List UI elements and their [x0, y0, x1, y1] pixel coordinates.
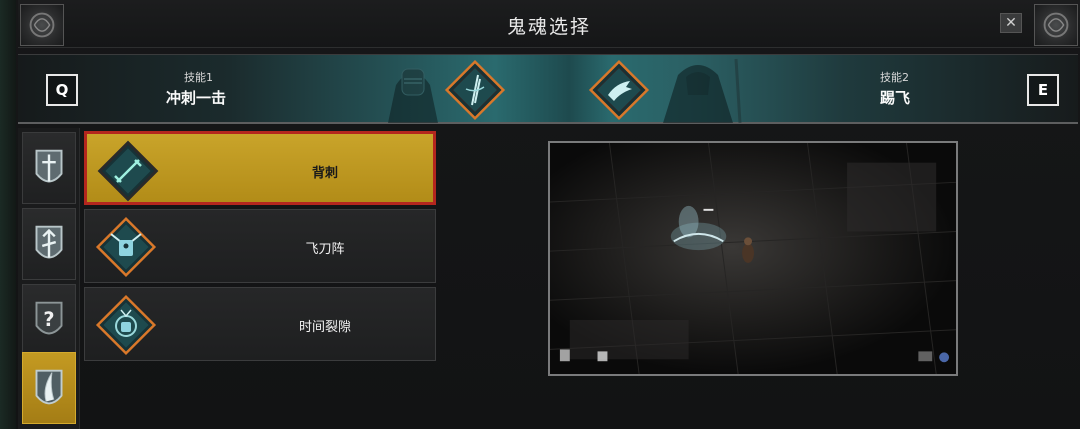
kick-icon[interactable] [586, 57, 652, 123]
blade-crest-icon[interactable] [22, 352, 76, 424]
window-title: 鬼魂选择 [506, 16, 591, 38]
unknown-crest-icon[interactable]: ? [22, 284, 76, 356]
ability-backstab[interactable]: 背刺 [84, 131, 436, 205]
preview-scene [550, 143, 956, 374]
knight-crest-icon[interactable] [22, 132, 76, 204]
ability-preview-video [548, 141, 958, 376]
title-bar: 鬼魂选择 ✕ [18, 0, 1080, 48]
window-edge [0, 0, 16, 429]
ghost-select-window: 鬼魂选择 ✕ Q 技能1 冲刺一击 技能2 踢飞 E ? 背刺 飞刀阵 时间裂隙 [0, 0, 1080, 429]
ability-label: 背刺 [311, 166, 338, 181]
skill1-label: 技能1 [184, 71, 213, 84]
arrow-crest-icon[interactable] [22, 208, 76, 280]
question-glyph: ? [43, 308, 54, 331]
ability-time-rift[interactable]: 时间裂隙 [84, 287, 436, 361]
close-button[interactable]: ✕ [1000, 13, 1022, 33]
skill2-key-badge: E [1027, 74, 1059, 106]
skill-banner: Q 技能1 冲刺一击 技能2 踢飞 E [18, 54, 1078, 124]
backstab-icon [97, 140, 159, 202]
ornament-icon [1034, 4, 1078, 46]
skill1-key-badge: Q [46, 74, 78, 106]
ability-label: 飞刀阵 [305, 242, 345, 257]
hooded-portrait [663, 58, 742, 123]
dash-strike-icon[interactable] [442, 57, 508, 123]
ability-flying-knives[interactable]: 飞刀阵 [84, 209, 436, 283]
time-rift-icon [95, 294, 157, 356]
skill2-name: 踢飞 [880, 89, 911, 107]
skill1-name: 冲刺一击 [166, 89, 227, 107]
ability-list: 背刺 飞刀阵 时间裂隙 [84, 128, 440, 429]
flying-knives-icon [95, 216, 157, 278]
ability-label: 时间裂隙 [298, 320, 351, 335]
category-sidebar: ? [18, 128, 80, 429]
skill2-label: 技能2 [880, 71, 909, 84]
